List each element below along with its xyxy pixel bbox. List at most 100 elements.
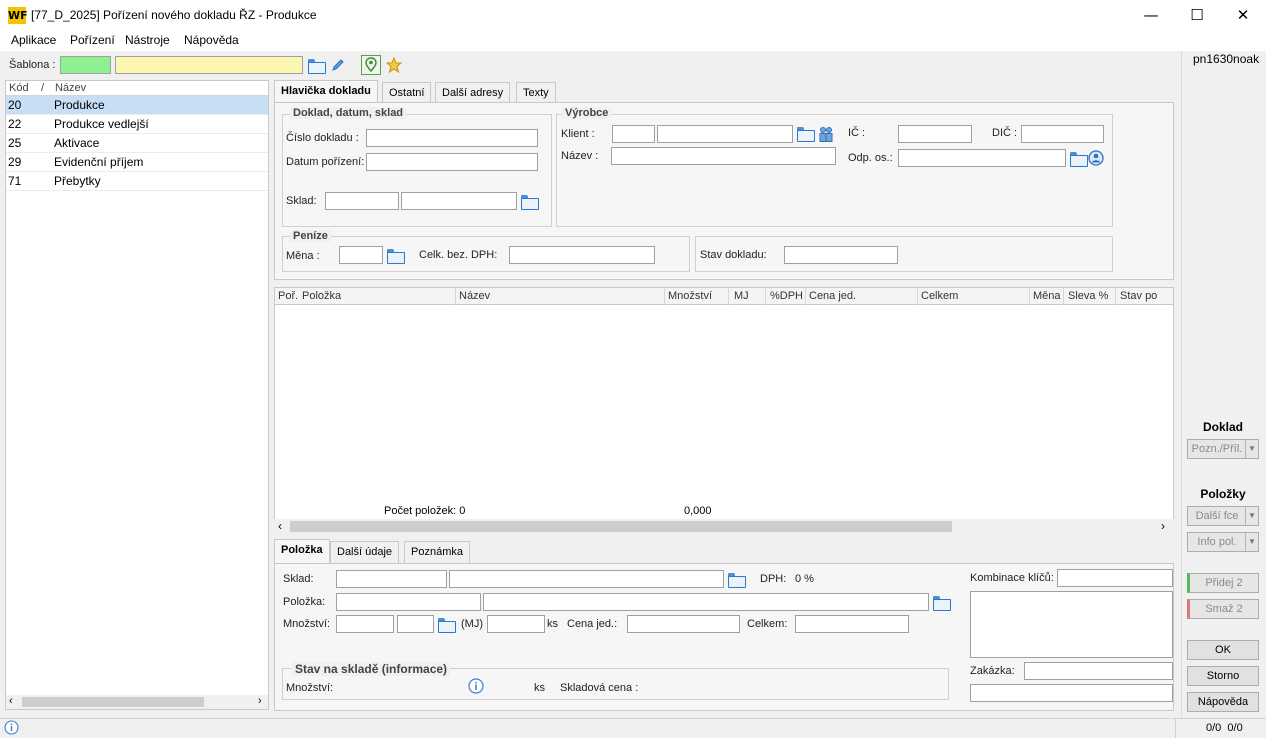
odp-os-input[interactable] [898,149,1066,167]
dalsi-fce-button[interactable]: Další fce ▼ [1187,506,1259,526]
sklad-folder-icon[interactable] [521,195,539,210]
sablona-name-input[interactable] [115,56,303,74]
pol-cena-input[interactable] [627,615,740,633]
person-icon[interactable] [1088,150,1104,166]
kombinace-textarea[interactable] [970,591,1173,658]
col-por[interactable]: Poř. [278,290,298,302]
menu-nastroje[interactable]: Nástroje [125,33,170,47]
close-button[interactable]: ✕ [1220,0,1266,31]
chevron-down-icon[interactable]: ▼ [1245,533,1258,551]
vyrobce-nazev-input[interactable] [611,147,836,165]
odp-folder-icon[interactable] [1070,152,1088,167]
sklad-code-input[interactable] [325,192,399,210]
napoveda-button[interactable]: Nápověda [1187,692,1259,712]
ok-button[interactable]: OK [1187,640,1259,660]
pol-sklad-folder-icon[interactable] [728,573,746,588]
maximize-button[interactable]: ☐ [1174,0,1220,31]
list-item[interactable]: 29 Evidenční příjem [6,153,268,172]
datum-porizeni-input[interactable] [366,153,538,171]
minimize-button[interactable]: — [1128,0,1174,31]
pol-mj-folder-icon[interactable] [438,618,456,633]
horizontal-scrollbar[interactable]: ‹ › [6,695,268,709]
folder-open-icon[interactable] [308,59,326,74]
pol-cena-label: Cena jed.: [567,618,618,630]
zakazka-name-input[interactable] [970,684,1173,702]
column-nazev[interactable]: Název [55,82,86,94]
list-item[interactable]: 71 Přebytky [6,172,268,191]
tab-dalsi-udaje[interactable]: Další údaje [330,541,400,563]
ic-input[interactable] [898,125,972,143]
pencil-icon[interactable] [331,58,345,72]
tab-texty[interactable]: Texty [516,82,556,104]
list-item[interactable]: 20 Produkce [6,96,268,115]
col-polozka[interactable]: Položka [302,290,341,302]
chevron-down-icon[interactable]: ▼ [1245,507,1258,525]
col-dph[interactable]: %DPH [770,290,803,302]
status-info-icon[interactable] [4,720,19,735]
tab-polozka[interactable]: Položka [274,539,330,563]
tab-hlavicka[interactable]: Hlavička dokladu [274,80,378,104]
grid-scroll-thumb[interactable] [290,521,952,532]
col-celkem[interactable]: Celkem [921,290,958,302]
info-pol-button[interactable]: Info pol. ▼ [1187,532,1259,552]
col-mnozstvi[interactable]: Množství [668,290,712,302]
pol-celkem-input[interactable] [795,615,909,633]
dic-input[interactable] [1021,125,1104,143]
scroll-thumb[interactable] [22,697,204,707]
stav-dokladu-input[interactable] [784,246,898,264]
pol-sklad-code-input[interactable] [336,570,447,588]
pol-celkem-label: Celkem: [747,618,788,630]
klient-name-input[interactable] [657,125,793,143]
col-stav-po[interactable]: Stav po [1120,290,1157,302]
pozn-pril-button[interactable]: Pozn./Příl. ▼ [1187,439,1259,459]
col-mena[interactable]: Měna [1033,290,1061,302]
tab-poznamka[interactable]: Poznámka [404,541,470,563]
pol-mnozstvi2-input[interactable] [487,615,545,633]
col-nazev[interactable]: Název [459,290,490,302]
celk-bez-dph-input[interactable] [509,246,655,264]
cislo-dokladu-input[interactable] [366,129,538,147]
grid-horizontal-scrollbar[interactable]: ‹ › [274,519,1174,534]
sklad-name-input[interactable] [401,192,517,210]
klient-code-input[interactable] [612,125,655,143]
pol-mnozstvi-input[interactable] [336,615,394,633]
map-pin-icon[interactable] [361,55,381,75]
smaz-button[interactable]: Smaž 2 [1187,599,1259,619]
menu-napoveda[interactable]: Nápověda [184,33,239,47]
pridej-button[interactable]: Přidej 2 [1187,573,1259,593]
list-item[interactable]: 22 Produkce vedlejší [6,115,268,134]
item-name: Produkce [54,98,105,112]
chevron-down-icon[interactable]: ▼ [1245,440,1258,458]
pol-mj-input[interactable] [397,615,434,633]
menu-porizeni[interactable]: Pořízení [70,33,115,47]
sablona-code-input[interactable] [60,56,111,74]
star-icon[interactable] [386,57,402,73]
grid-scroll-left-icon[interactable]: ‹ [278,519,282,533]
people-icon[interactable] [818,126,834,142]
tab-ostatni[interactable]: Ostatní [382,82,432,104]
column-kod[interactable]: Kód [9,82,29,94]
list-item[interactable]: 25 Aktivace [6,134,268,153]
app-logo-icon: WF [8,7,28,24]
storno-button[interactable]: Storno [1187,666,1259,686]
mena-folder-icon[interactable] [387,249,405,264]
pol-sklad-name-input[interactable] [449,570,724,588]
pol-polozka-name-input[interactable] [483,593,929,611]
pol-polozka-folder-icon[interactable] [933,596,951,611]
pozn-pril-label: Pozn./Příl. [1191,443,1243,455]
col-mj[interactable]: MJ [734,290,749,302]
tab-dalsi-adresy[interactable]: Další adresy [435,82,511,104]
kombinace-input[interactable] [1057,569,1173,587]
menu-aplikace[interactable]: Aplikace [11,33,56,47]
grid-scroll-right-icon[interactable]: › [1161,519,1165,533]
col-cena-jed[interactable]: Cena jed. [809,290,856,302]
pol-polozka-code-input[interactable] [336,593,481,611]
scroll-left-icon[interactable]: ‹ [9,695,13,707]
mena-input[interactable] [339,246,383,264]
items-sum: 0,000 [684,505,712,517]
col-sleva[interactable]: Sleva % [1068,290,1108,302]
klient-folder-icon[interactable] [797,127,815,142]
scroll-right-icon[interactable]: › [258,695,262,707]
info-icon[interactable] [468,678,484,694]
zakazka-input[interactable] [1024,662,1173,680]
